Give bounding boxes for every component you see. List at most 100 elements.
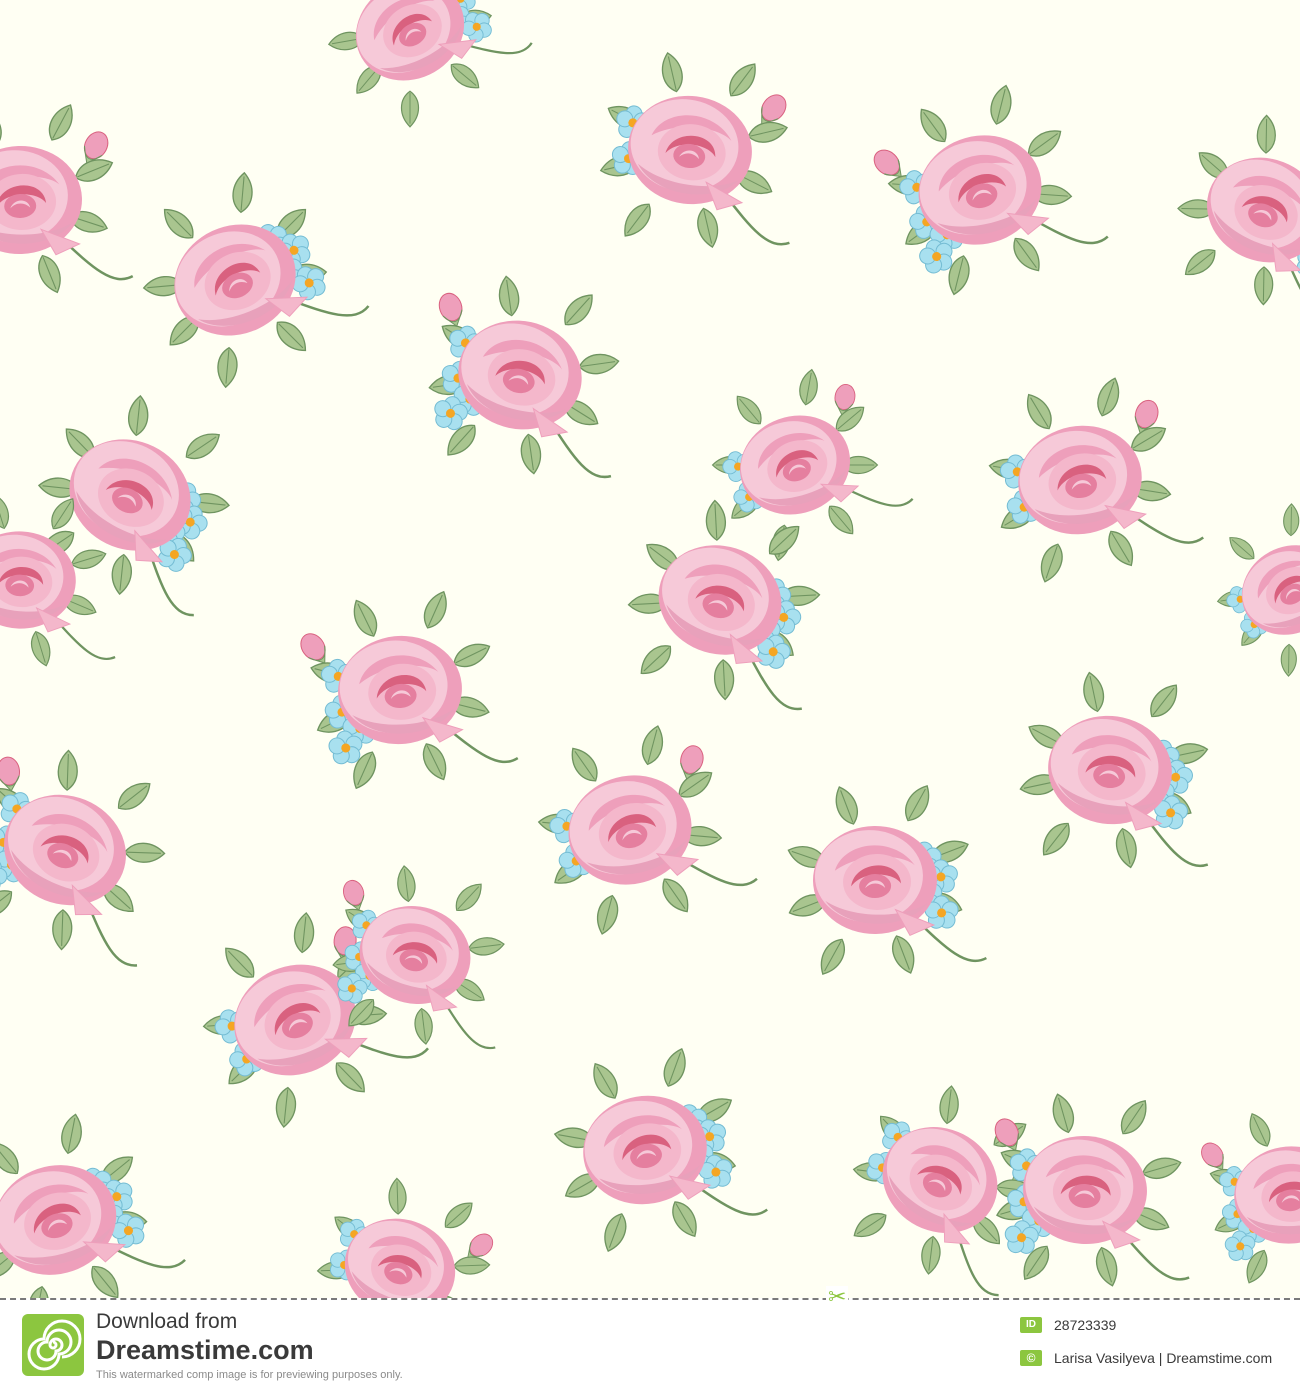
watermark-footer: Download from Dreamstime.com This waterm… [0, 1286, 1300, 1390]
rose-bouquet [0, 1111, 186, 1298]
leaf [58, 1111, 86, 1156]
leaf [215, 346, 240, 389]
leaf [564, 742, 605, 787]
stem [840, 485, 914, 507]
dreamstime-logo-icon [22, 1314, 84, 1376]
rose [0, 143, 85, 259]
leaf [557, 288, 600, 332]
stem [1028, 216, 1109, 245]
leaf [417, 739, 453, 785]
leaf [1091, 1244, 1123, 1290]
leaf [51, 908, 74, 951]
leaf [329, 1055, 372, 1099]
leaf [0, 491, 13, 532]
leaf [617, 197, 658, 243]
leaf [109, 553, 134, 596]
rose-bouquet [142, 171, 370, 389]
leaf [496, 274, 522, 318]
rose-bouquet [0, 99, 134, 297]
download-from-label: Download from [96, 1310, 238, 1333]
leaf [68, 545, 109, 573]
rose-bouquet [295, 587, 519, 793]
leaf [1092, 374, 1125, 420]
leaf [445, 57, 485, 95]
leaf [693, 205, 723, 250]
rose-bouquet [552, 1044, 768, 1256]
leaf [418, 587, 454, 633]
stem [1126, 510, 1205, 544]
leaf [0, 103, 7, 149]
leaf [56, 749, 79, 792]
rose [574, 1085, 717, 1217]
leaf [704, 499, 727, 542]
leaf [84, 1260, 126, 1298]
rose [1008, 414, 1153, 548]
rose-bouquet [1196, 1109, 1300, 1287]
leaf [412, 1006, 435, 1046]
leaf [813, 934, 851, 980]
rose-bouquet [1017, 669, 1211, 871]
rose-bud [435, 289, 468, 331]
leaf [796, 367, 821, 407]
leaf [1139, 1152, 1185, 1184]
id-badge: ID [1020, 1317, 1042, 1333]
rose [811, 824, 939, 938]
rose-bouquet [0, 749, 166, 967]
leaf [1035, 540, 1068, 586]
rose-pattern-canvas [0, 0, 1300, 1298]
rose-bouquet [597, 50, 792, 250]
leaf [123, 841, 166, 864]
leaf [1112, 826, 1141, 871]
scissors-icon: ✂ [826, 1284, 849, 1309]
rose-bouquet [868, 82, 1109, 298]
leaf [586, 1058, 624, 1104]
leaf [518, 432, 544, 476]
leaf [24, 1284, 52, 1298]
leaf [1179, 243, 1222, 282]
leaf [848, 1207, 892, 1244]
rose-bouquet [316, 1177, 498, 1298]
leaf [592, 892, 623, 938]
leaf [1006, 232, 1047, 277]
rose [555, 761, 705, 901]
leaf [899, 780, 937, 826]
rose-bouquet [987, 374, 1205, 586]
leaf [1243, 1109, 1276, 1151]
rose-bouquet [537, 722, 758, 938]
leaf [33, 251, 67, 297]
leaf [598, 1209, 632, 1256]
leaf [1019, 389, 1058, 435]
leaf [400, 90, 420, 128]
leaf [730, 390, 768, 430]
leaf [126, 394, 151, 437]
leaf [439, 1196, 479, 1234]
leaf [1143, 678, 1185, 723]
leaf [218, 941, 261, 985]
rose-bud [340, 877, 369, 914]
leaf [0, 1135, 26, 1180]
rose-bouquet [990, 1090, 1190, 1290]
leaf [713, 658, 736, 701]
leaf [1253, 266, 1274, 306]
leaf [335, 0, 375, 3]
copyright-icon: © [1020, 1350, 1042, 1366]
leaf [918, 1234, 943, 1276]
leaf [180, 426, 226, 466]
rose-bouquet [1177, 114, 1300, 320]
leaf [658, 1044, 692, 1091]
leaf [230, 171, 255, 214]
leaf [1256, 114, 1277, 154]
leaf [1280, 643, 1298, 677]
leaf [829, 782, 863, 829]
leaf [634, 638, 678, 681]
leaf [292, 911, 317, 955]
leaf [937, 1084, 962, 1126]
leaf [655, 873, 696, 918]
leaf [42, 99, 80, 146]
leaf [722, 57, 763, 103]
leaf [1047, 1090, 1079, 1136]
image-id: 28723339 [1054, 1317, 1117, 1333]
leaf [1282, 503, 1300, 537]
stem [443, 724, 519, 764]
leaf [453, 1255, 491, 1276]
